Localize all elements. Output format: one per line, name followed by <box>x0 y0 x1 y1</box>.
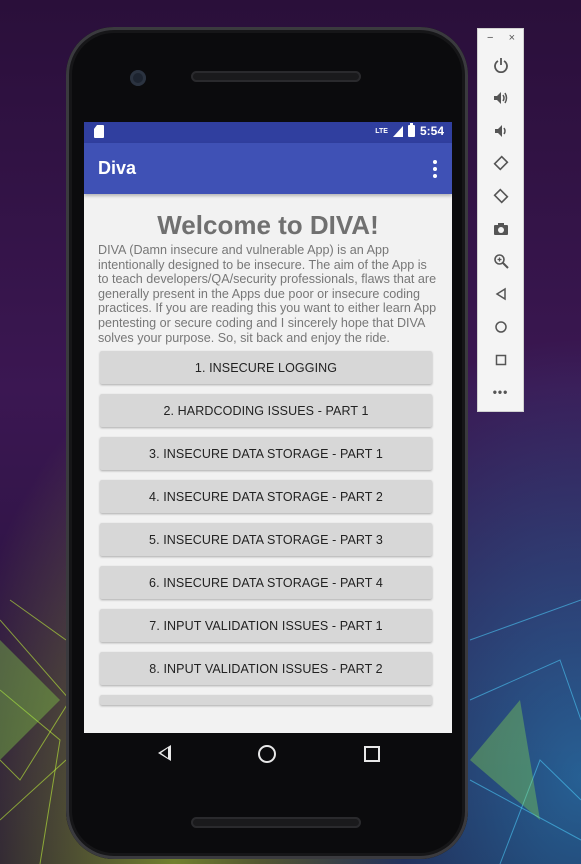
camera-icon[interactable] <box>478 212 523 245</box>
nav-back-icon[interactable] <box>158 745 171 761</box>
challenge-button-5[interactable]: 5. INSECURE DATA STORAGE - PART 3 <box>100 523 432 557</box>
challenge-button-6[interactable]: 6. INSECURE DATA STORAGE - PART 4 <box>100 566 432 600</box>
power-icon[interactable] <box>478 49 523 82</box>
challenge-button-7[interactable]: 7. INPUT VALIDATION ISSUES - PART 1 <box>100 609 432 643</box>
welcome-heading: Welcome to DIVA! <box>157 210 379 240</box>
description-text: DIVA (Damn insecure and vulnerable App) … <box>98 243 437 345</box>
close-button[interactable]: × <box>509 32 515 44</box>
nav-overview-icon[interactable] <box>364 746 380 762</box>
challenge-button-2[interactable]: 2. HARDCODING ISSUES - PART 1 <box>100 394 432 428</box>
more-icon[interactable]: ••• <box>478 376 523 409</box>
front-camera <box>130 70 146 86</box>
nav-home-icon[interactable] <box>258 745 276 763</box>
challenge-button-3[interactable]: 3. INSECURE DATA STORAGE - PART 1 <box>100 437 432 471</box>
overflow-menu-icon[interactable] <box>433 160 437 178</box>
emulator-toolbar: − × ••• <box>477 28 524 412</box>
network-type: LTE <box>375 127 388 135</box>
app-screen: LTE 5:54 Diva Welcome to DIVA! DIVA (Dam… <box>84 122 452 733</box>
overview-icon[interactable] <box>478 343 523 376</box>
status-bar: LTE 5:54 <box>84 122 452 143</box>
rotate-left-icon[interactable] <box>478 147 523 180</box>
challenge-button-partial[interactable] <box>100 695 432 706</box>
challenge-button-4[interactable]: 4. INSECURE DATA STORAGE - PART 2 <box>100 480 432 514</box>
nav-bar <box>84 733 452 777</box>
app-bar: Diva <box>84 143 452 194</box>
battery-icon <box>407 123 415 137</box>
main-content: Welcome to DIVA! DIVA (Damn insecure and… <box>84 210 452 706</box>
volume-up-icon[interactable] <box>478 82 523 115</box>
rotate-right-icon[interactable] <box>478 180 523 213</box>
app-title: Diva <box>98 158 137 178</box>
home-icon[interactable] <box>478 311 523 344</box>
top-speaker <box>191 71 361 82</box>
sd-card-icon <box>94 125 104 138</box>
minimize-button[interactable]: − <box>487 32 493 44</box>
signal-icon <box>392 125 403 137</box>
volume-down-icon[interactable] <box>478 114 523 147</box>
bottom-speaker <box>191 817 361 828</box>
back-icon[interactable] <box>478 278 523 311</box>
challenge-button-8[interactable]: 8. INPUT VALIDATION ISSUES - PART 2 <box>100 652 432 686</box>
status-time: 5:54 <box>419 124 444 138</box>
zoom-icon[interactable] <box>478 245 523 278</box>
challenge-button-1[interactable]: 1. INSECURE LOGGING <box>100 351 432 385</box>
challenge-list: 1. INSECURE LOGGING 2. HARDCODING ISSUES… <box>100 351 436 706</box>
